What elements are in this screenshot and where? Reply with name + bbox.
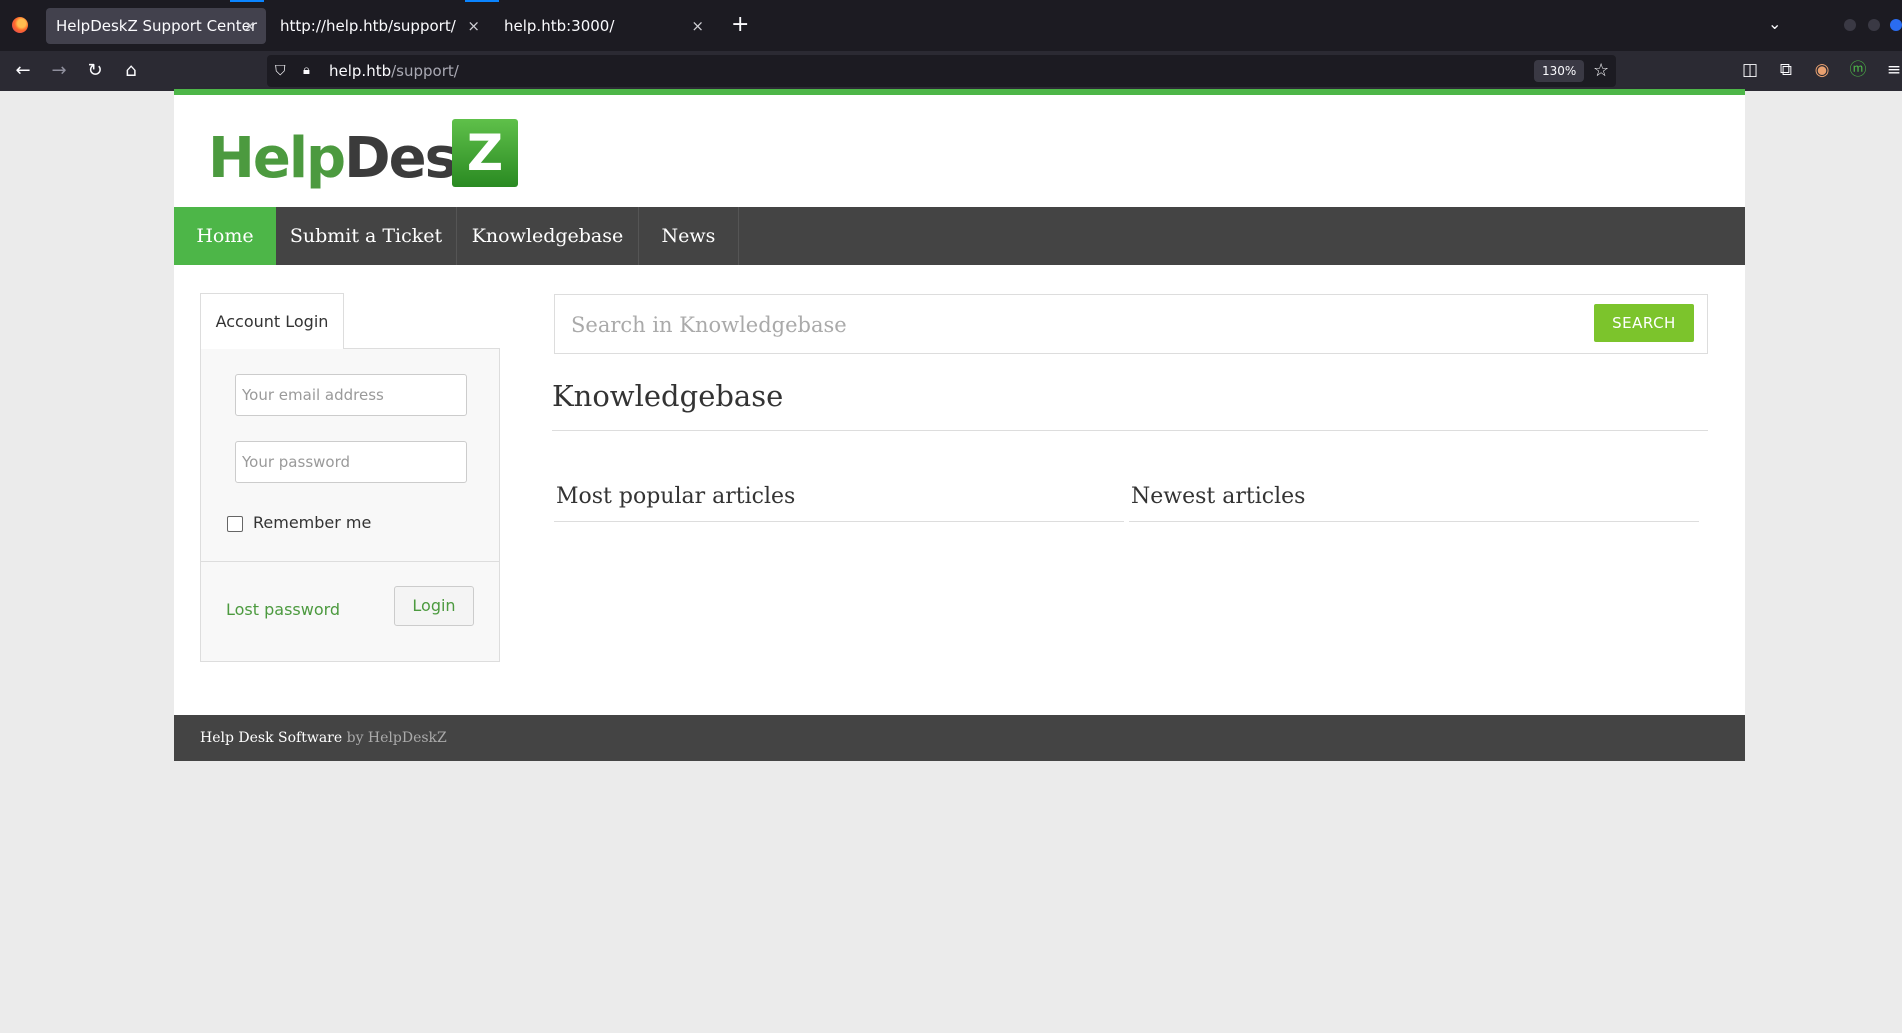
tab-title: HelpDeskZ Support Center bbox=[56, 17, 258, 35]
page-title: Knowledgebase bbox=[552, 379, 784, 413]
kb-search-box: SEARCH bbox=[554, 294, 1708, 354]
email-field[interactable] bbox=[235, 374, 467, 416]
footer-main-link[interactable]: Help Desk Software bbox=[200, 730, 342, 746]
shield-icon[interactable]: ⛉ bbox=[275, 63, 289, 79]
login-button[interactable]: Login bbox=[394, 586, 474, 626]
remember-me-label[interactable]: Remember me bbox=[253, 513, 371, 532]
tab-accent bbox=[465, 0, 499, 2]
tab-help-support[interactable]: http://help.htb/support/ × bbox=[270, 8, 490, 44]
tab-title: http://help.htb/support/ bbox=[280, 17, 456, 35]
nav-knowledgebase[interactable]: Knowledgebase bbox=[457, 207, 639, 265]
extension-fox-icon[interactable]: ◉ bbox=[1810, 56, 1834, 84]
tab-title: help.htb:3000/ bbox=[504, 17, 615, 35]
nav-news[interactable]: News bbox=[639, 207, 739, 265]
divider bbox=[552, 430, 1708, 431]
menu-icon[interactable]: ≡ bbox=[1882, 56, 1902, 84]
password-field[interactable] bbox=[235, 441, 467, 483]
maximize-icon[interactable] bbox=[1868, 19, 1880, 31]
firefox-icon[interactable] bbox=[12, 17, 28, 33]
extension-m-icon[interactable]: ⓜ bbox=[1846, 56, 1870, 84]
list-all-tabs-icon[interactable]: ⌄ bbox=[1768, 14, 1781, 33]
close-tab-icon[interactable]: × bbox=[691, 8, 704, 44]
url-text[interactable]: help.htb/support/ bbox=[329, 55, 459, 87]
helpdeskz-logo[interactable]: HelpDesk Z bbox=[208, 119, 528, 191]
pocket-icon[interactable]: ◫ bbox=[1738, 56, 1762, 84]
lock-icon[interactable]: 🔒︎ bbox=[303, 63, 310, 78]
tab-help-3000[interactable]: help.htb:3000/ × bbox=[494, 8, 714, 44]
bookmark-star-icon[interactable]: ☆ bbox=[1593, 59, 1609, 83]
account-login-tab[interactable]: Account Login bbox=[200, 293, 344, 349]
lost-password-link[interactable]: Lost password bbox=[226, 600, 340, 619]
logo-z-box: Z bbox=[452, 119, 518, 187]
nav-submit-ticket[interactable]: Submit a Ticket bbox=[276, 207, 457, 265]
close-tab-icon[interactable]: × bbox=[467, 8, 480, 44]
divider bbox=[1129, 521, 1699, 522]
back-icon[interactable]: ← bbox=[9, 57, 37, 85]
url-host: help.htb bbox=[329, 62, 392, 80]
close-window-icon[interactable] bbox=[1890, 19, 1902, 31]
login-panel: Remember me Lost password Login bbox=[200, 348, 500, 662]
close-tab-icon[interactable]: × bbox=[243, 8, 256, 44]
tab-accent bbox=[230, 0, 264, 2]
logo-part-help: Help bbox=[208, 126, 346, 191]
extensions-icon[interactable]: ⧉ bbox=[1774, 56, 1798, 84]
zoom-indicator[interactable]: 130% bbox=[1534, 60, 1585, 82]
footer-text: Help Desk Software by HelpDeskZ bbox=[200, 715, 447, 761]
reload-icon[interactable]: ↻ bbox=[81, 57, 109, 85]
logo-text: HelpDesk bbox=[208, 126, 493, 191]
tab-helpdeskz[interactable]: HelpDeskZ Support Center × bbox=[46, 8, 266, 44]
url-bar[interactable]: ⛉ 🔒︎ help.htb/support/ 130% ☆ bbox=[267, 55, 1616, 87]
new-tab-button[interactable]: + bbox=[731, 12, 749, 38]
main-nav: Home Submit a Ticket Knowledgebase News bbox=[174, 207, 1745, 265]
popular-articles-heading: Most popular articles bbox=[556, 484, 796, 509]
page-container: HelpDesk Z Home Submit a Ticket Knowledg… bbox=[174, 89, 1745, 761]
footer: Help Desk Software by HelpDeskZ bbox=[174, 715, 1745, 761]
remember-me-checkbox[interactable] bbox=[227, 516, 243, 532]
kb-search-input[interactable] bbox=[569, 307, 1573, 343]
divider bbox=[554, 521, 1124, 522]
home-icon[interactable]: ⌂ bbox=[117, 57, 145, 85]
divider bbox=[201, 561, 499, 562]
minimize-icon[interactable] bbox=[1844, 19, 1856, 31]
footer-by: by HelpDeskZ bbox=[342, 730, 447, 746]
tab-bar: HelpDeskZ Support Center × http://help.h… bbox=[0, 0, 1902, 51]
forward-icon[interactable]: → bbox=[45, 57, 73, 85]
navigation-toolbar: ← → ↻ ⌂ ⛉ 🔒︎ help.htb/support/ 130% ☆ ◫ … bbox=[0, 51, 1902, 91]
url-path: /support/ bbox=[391, 62, 459, 80]
search-button[interactable]: SEARCH bbox=[1594, 304, 1694, 342]
newest-articles-heading: Newest articles bbox=[1131, 484, 1306, 509]
nav-home[interactable]: Home bbox=[174, 207, 276, 265]
